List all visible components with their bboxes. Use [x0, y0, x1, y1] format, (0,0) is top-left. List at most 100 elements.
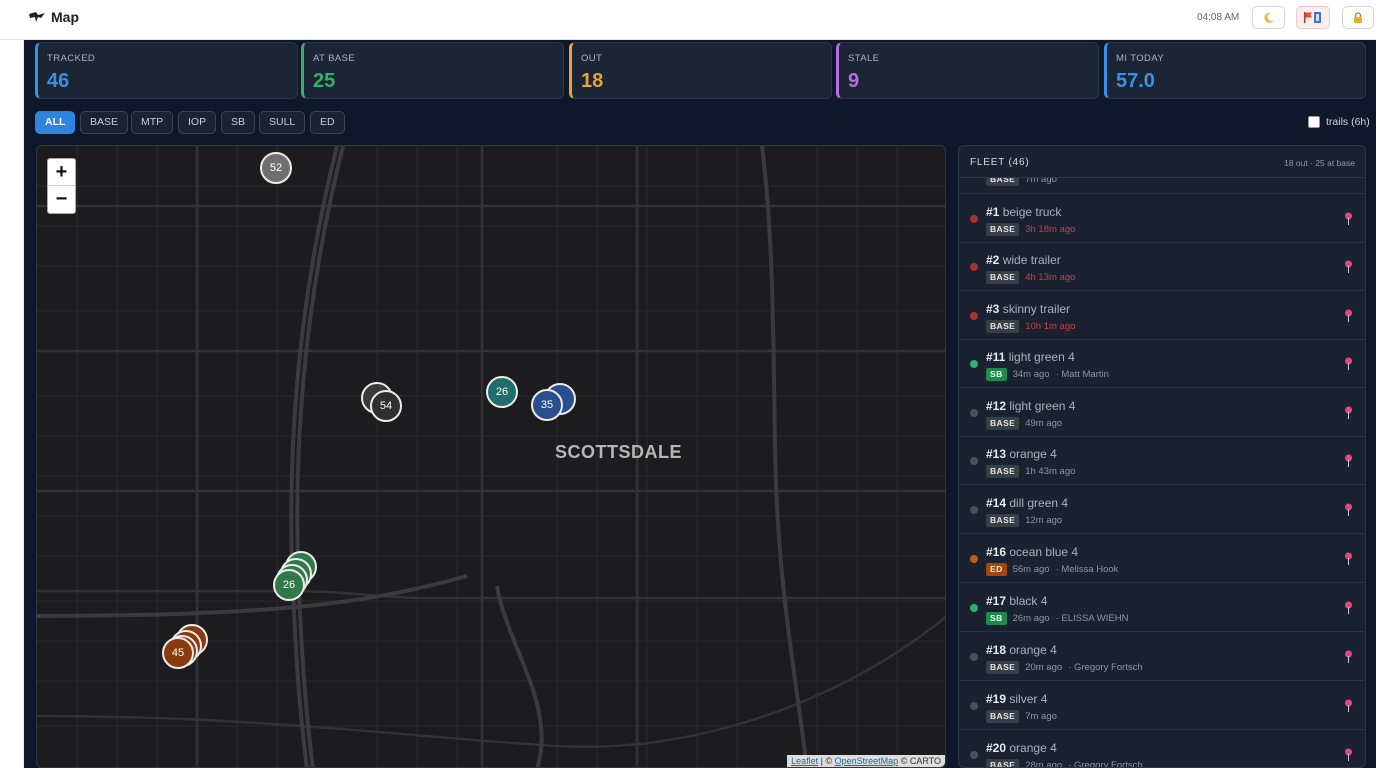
driver-name: · Matt Martin — [1055, 369, 1109, 380]
row-meta: BASE 3h 18m ago — [986, 223, 1075, 236]
stat-card-out: OUT 18 — [569, 42, 832, 99]
list-item[interactable]: #20 orange 4 BASE 28m ago · Gregory Fortsch — [959, 731, 1365, 768]
top-header: Map 04:08 AM — [0, 0, 1376, 40]
osm-link[interactable]: OpenStreetMap — [835, 756, 899, 766]
vehicle-name: light green 4 — [1009, 399, 1076, 413]
zoom-out-button[interactable]: − — [48, 186, 75, 213]
vehicle-name: orange 4 — [1009, 741, 1057, 755]
stat-value: 25 — [313, 70, 336, 92]
locate-pin-icon[interactable] — [1344, 650, 1353, 664]
locate-pin-icon[interactable] — [1344, 454, 1353, 468]
locate-pin-icon[interactable] — [1344, 503, 1353, 517]
row-meta: BASE 1h 43m ago — [986, 465, 1075, 478]
cluster-marker[interactable]: 26 — [273, 569, 305, 601]
map-view[interactable]: + − SCOTTSDALE 52 54 26 35 26 45 Leaflet… — [36, 145, 946, 768]
locate-pin-icon[interactable] — [1344, 699, 1353, 713]
filter-ed[interactable]: ED — [310, 111, 345, 134]
lock-icon — [1354, 12, 1362, 23]
locate-pin-icon[interactable] — [1344, 601, 1353, 615]
theme-toggle-button[interactable] — [1252, 6, 1285, 29]
bird-logo-icon — [29, 12, 45, 22]
filter-sull[interactable]: SULL — [259, 111, 306, 134]
status-dot — [970, 215, 978, 223]
row-time: 28m ago — [1025, 760, 1063, 768]
map-tiles — [37, 146, 945, 767]
list-item[interactable]: #16 ocean blue 4 ED 56m ago · Melissa Hook — [959, 535, 1365, 583]
vehicle-name: orange 4 — [1009, 447, 1057, 461]
driver-name: · ELISSA WIEHN — [1055, 613, 1129, 624]
stat-label: STALE — [848, 53, 880, 64]
leaflet-link[interactable]: Leaflet — [791, 756, 818, 766]
trails-toggle[interactable]: trails (6h) — [1308, 116, 1370, 128]
stat-value: 9 — [848, 70, 860, 92]
row-time: 34m ago — [1012, 369, 1050, 380]
locate-pin-icon[interactable] — [1344, 748, 1353, 762]
vehicle-title: #2 wide trailer — [986, 253, 1061, 267]
zoom-in-button[interactable]: + — [48, 159, 75, 186]
filter-mtp[interactable]: MTP — [131, 111, 174, 134]
stat-card-stale: STALE 9 — [836, 42, 1099, 99]
list-item[interactable]: #12 light green 4 BASE 49m ago — [959, 389, 1365, 437]
brand[interactable]: Map — [28, 9, 79, 25]
locate-pin-icon[interactable] — [1344, 260, 1353, 274]
vehicle-title: #3 skinny trailer — [986, 302, 1070, 316]
list-item[interactable]: #2 wide trailer BASE 4h 13m ago — [959, 243, 1365, 291]
vehicle-number: #3 — [986, 302, 1000, 316]
cluster-marker[interactable]: 52 — [260, 152, 292, 184]
status-dot — [970, 751, 978, 759]
filter-all[interactable]: ALL — [35, 111, 76, 134]
locate-pin-icon[interactable] — [1344, 309, 1353, 323]
row-time: 3h 18m ago — [1025, 224, 1076, 235]
list-item[interactable]: #3 skinny trailer BASE 10h 1m ago — [959, 292, 1365, 340]
list-item[interactable]: #1 beige truck BASE 3h 18m ago — [959, 195, 1365, 243]
vehicle-title: #13 orange 4 — [986, 447, 1057, 461]
city-label: SCOTTSDALE — [555, 442, 683, 462]
stat-label: OUT — [581, 53, 603, 64]
vehicle-title: #18 orange 4 — [986, 643, 1057, 657]
lock-button[interactable] — [1342, 6, 1374, 29]
status-dot — [970, 702, 978, 710]
status-badge: BASE — [986, 271, 1020, 284]
list-item[interactable]: #11 light green 4 SB 34m ago · Matt Martin — [959, 340, 1365, 388]
filter-iop[interactable]: IOP — [178, 111, 217, 134]
status-badge: SB — [986, 368, 1007, 381]
vehicle-title: #11 light green 4 — [986, 350, 1075, 364]
list-item[interactable]: #17 black 4 SB 26m ago · ELISSA WIEHN — [959, 584, 1365, 632]
row-time: 10h 1m ago — [1025, 321, 1076, 332]
filter-base[interactable]: BASE — [80, 111, 129, 134]
cluster-marker[interactable]: 54 — [370, 390, 402, 422]
status-dot — [970, 604, 978, 612]
row-meta: BASE 12m ago — [986, 514, 1062, 527]
status-dot — [970, 555, 978, 563]
locate-pin-icon[interactable] — [1344, 212, 1353, 226]
flag-button[interactable] — [1296, 6, 1330, 29]
flag-icon — [1304, 12, 1321, 23]
status-dot — [970, 312, 978, 320]
trails-checkbox[interactable] — [1308, 116, 1320, 128]
locate-pin-icon[interactable] — [1344, 406, 1353, 420]
stat-card-mi-today: MI TODAY 57.0 — [1104, 42, 1366, 99]
status-badge: BASE — [986, 759, 1020, 767]
carto-credit: © CARTO — [900, 756, 941, 766]
list-item[interactable]: #13 orange 4 BASE 1h 43m ago — [959, 437, 1365, 485]
cluster-marker[interactable]: 45 — [162, 637, 194, 669]
list-item[interactable]: #18 orange 4 BASE 20m ago · Gregory Fortsch — [959, 633, 1365, 681]
vehicle-number: #19 — [986, 692, 1007, 706]
driver-name: · Melissa Hook — [1055, 564, 1119, 575]
filter-sb[interactable]: SB — [221, 111, 256, 134]
cluster-marker[interactable]: 26 — [486, 376, 518, 408]
row-meta: BASE 10h 1m ago — [986, 320, 1075, 333]
row-meta: ED 56m ago · Melissa Hook — [986, 563, 1118, 576]
cluster-marker[interactable]: 35 — [531, 389, 563, 421]
list-item[interactable]: #14 dill green 4 BASE 12m ago — [959, 486, 1365, 534]
status-dot — [970, 653, 978, 661]
locate-pin-icon[interactable] — [1344, 357, 1353, 371]
status-dot — [970, 506, 978, 514]
row-meta: BASE 4h 13m ago — [986, 271, 1075, 284]
driver-name: · Gregory Fortsch — [1068, 662, 1143, 673]
list-item[interactable]: #19 silver 4 BASE 7m ago — [959, 682, 1365, 730]
vehicle-title: #12 light green 4 — [986, 399, 1075, 413]
zoom-control: + − — [47, 158, 76, 214]
locate-pin-icon[interactable] — [1344, 552, 1353, 566]
driver-name: · Gregory Fortsch — [1068, 760, 1143, 768]
